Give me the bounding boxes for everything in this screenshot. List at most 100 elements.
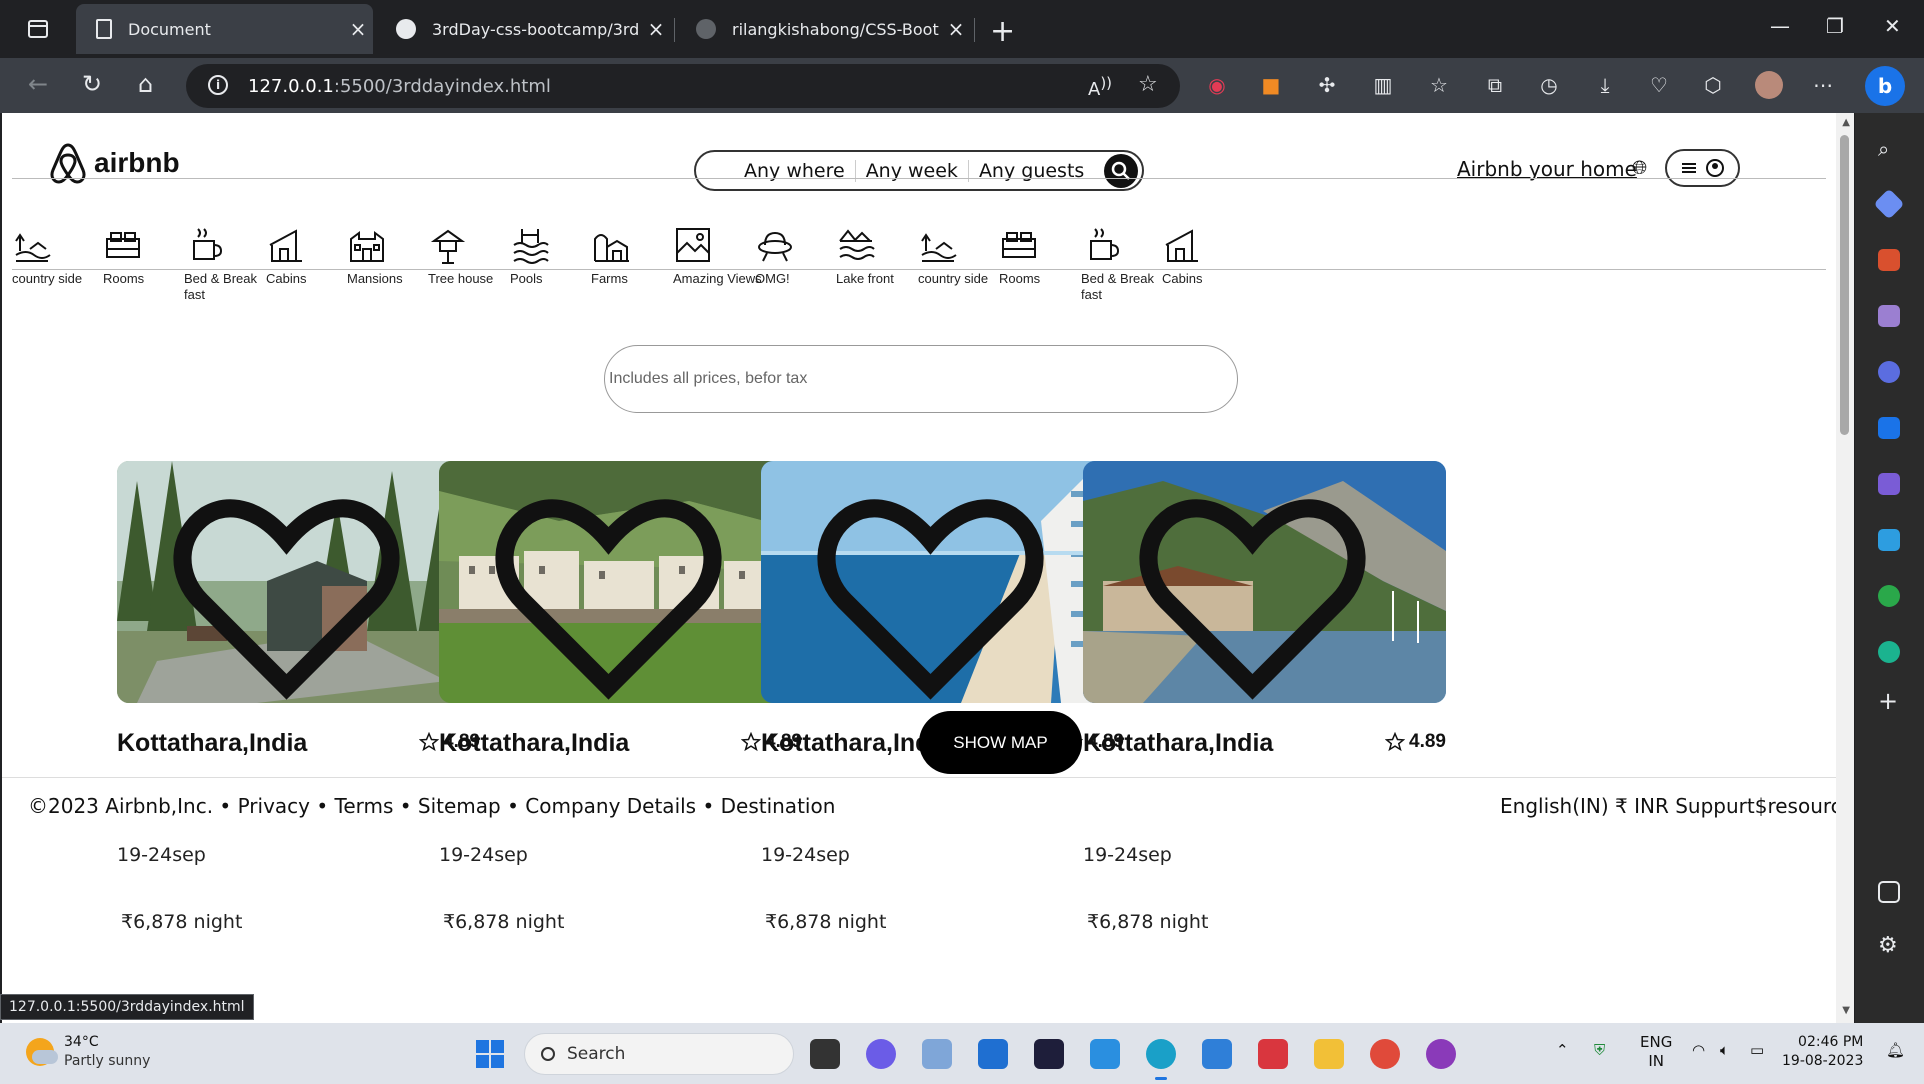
listing-card[interactable]: Kottathara,India4.89126 kilometers away1… [1083, 461, 1446, 933]
shopping-tag-icon[interactable] [1873, 188, 1905, 220]
tree-icon[interactable] [1878, 585, 1900, 607]
clock[interactable]: 02:46 PM 19-08-2023 [1782, 1033, 1863, 1071]
weather-widget[interactable]: 34°C Partly sunny [26, 1033, 150, 1071]
close-window-icon[interactable]: ✕ [1884, 14, 1901, 38]
close-tab-icon[interactable]: × [343, 17, 373, 41]
profile-avatar[interactable] [1755, 71, 1783, 99]
minimize-icon[interactable]: — [1770, 14, 1790, 38]
send-icon[interactable] [1878, 529, 1900, 551]
extensions-puzzle-icon[interactable]: ✣ [1316, 74, 1338, 96]
listing-photo[interactable] [1083, 461, 1446, 703]
battery-icon[interactable]: ▭ [1750, 1041, 1764, 1059]
scrollbar-thumb[interactable] [1840, 135, 1849, 435]
show-hidden-icons[interactable]: ⌃ [1556, 1041, 1569, 1059]
extension-orange-icon[interactable]: ■ [1260, 74, 1282, 96]
settings-gear-icon[interactable]: ⚙ [1878, 933, 1900, 958]
category-bed-breakfast[interactable]: Bed & Break fast [184, 225, 274, 303]
edge-browser-icon[interactable] [1146, 1039, 1176, 1080]
volume-icon[interactable]: 🔈︎ [1720, 1041, 1729, 1059]
footer-locale[interactable]: English(IN) ₹ INR Suppurt$resources [1500, 794, 1836, 818]
security-shield-icon[interactable]: ⛨ [1594, 1041, 1605, 1059]
back-icon[interactable]: ← [28, 70, 48, 98]
intellij-icon[interactable] [1034, 1039, 1064, 1069]
address-bar[interactable]: i 127.0.0.1:5500/3rddayindex.html A)) ☆ [186, 64, 1180, 108]
hide-sidebar-icon[interactable] [1878, 881, 1900, 903]
history-icon[interactable]: ◷ [1538, 74, 1560, 96]
restore-icon[interactable]: ❐ [1826, 14, 1844, 38]
heart-icon[interactable] [761, 475, 1112, 703]
url-text[interactable]: 127.0.0.1:5500/3rddayindex.html [248, 76, 551, 97]
category-rooms[interactable]: Rooms [999, 225, 1089, 287]
bing-copilot-icon[interactable]: b [1865, 66, 1905, 106]
news-icon[interactable] [1258, 1039, 1288, 1069]
home-icon[interactable]: ⌂ [138, 70, 153, 98]
heart-icon[interactable] [439, 475, 790, 703]
wifi-icon[interactable]: ◠ [1692, 1041, 1705, 1059]
tools-icon[interactable] [1878, 249, 1900, 271]
windows-start-icon[interactable] [476, 1040, 504, 1068]
downloads-icon[interactable]: ⤓ [1594, 74, 1616, 96]
notifications-icon[interactable]: 🔔︎ [1886, 1041, 1905, 1059]
new-tab-icon[interactable]: + [990, 14, 1015, 49]
listing-card[interactable]: Kottathara,India4.89126 kilometers away1… [117, 461, 480, 933]
category-farms[interactable]: Farms [591, 225, 681, 287]
favorite-star-icon[interactable]: ☆ [1138, 72, 1158, 97]
mail-icon[interactable] [1202, 1039, 1232, 1069]
outlook-icon[interactable] [1878, 417, 1900, 439]
category-tree-house[interactable]: Tree house [428, 225, 518, 287]
scroll-up-icon[interactable]: ▲ [1842, 117, 1850, 128]
extension-record-icon[interactable]: ◉ [1206, 74, 1228, 96]
games-icon[interactable] [1878, 305, 1900, 327]
more-options-icon[interactable]: ⋯ [1812, 74, 1834, 96]
price-tax-input[interactable] [604, 345, 1238, 413]
close-tab-icon[interactable]: × [641, 17, 671, 41]
listing-card[interactable]: Kottathara,India4.89126 kilometers away1… [761, 461, 1124, 933]
category-bed-breakfast[interactable]: Bed & Break fast [1081, 225, 1171, 303]
category-pools[interactable]: Pools [510, 225, 600, 287]
chatgpt-icon[interactable] [1878, 641, 1900, 663]
microsoft-365-icon[interactable] [1878, 361, 1900, 383]
user-menu-button[interactable] [1665, 149, 1740, 187]
category-cabins[interactable]: Cabins [266, 225, 356, 287]
category-omg[interactable]: OMG! [755, 225, 845, 287]
listing-photo[interactable] [439, 461, 802, 703]
category-cabins[interactable]: Cabins [1162, 225, 1252, 287]
category-mansions[interactable]: Mansions [347, 225, 437, 287]
refresh-icon[interactable]: ↻ [82, 70, 102, 98]
heart-icon[interactable] [1083, 475, 1434, 703]
add-icon[interactable]: + [1878, 687, 1900, 715]
heart-icon[interactable] [117, 475, 468, 703]
globe-icon[interactable]: 🌐︎ [1632, 157, 1647, 179]
listing-photo[interactable] [761, 461, 1124, 703]
tab-actions-icon[interactable] [28, 20, 48, 38]
split-screen-icon[interactable]: ▥ [1372, 74, 1394, 96]
search-button[interactable] [1104, 153, 1139, 188]
performance-icon[interactable]: ♡ [1648, 74, 1670, 96]
teams-chat-icon[interactable] [866, 1039, 896, 1069]
tab-document[interactable]: Document × [76, 4, 373, 54]
category-amazing-views[interactable]: Amazing Views [673, 225, 763, 287]
scroll-down-icon[interactable]: ▼ [1842, 1005, 1850, 1016]
browser-essentials-icon[interactable]: ⬡ [1702, 74, 1724, 96]
scrollbar[interactable]: ▲ ▼ [1836, 113, 1854, 1023]
chrome-icon[interactable] [1370, 1039, 1400, 1069]
category-countryside[interactable]: country side [918, 225, 1008, 287]
tab-github-bootcamp[interactable]: 3rdDay-css-bootcamp/3rd × [376, 4, 671, 54]
category-lake-front[interactable]: Lake front [836, 225, 926, 287]
file-explorer-icon[interactable] [1314, 1039, 1344, 1069]
favorites-icon[interactable]: ☆ [1428, 74, 1450, 96]
footer-links[interactable]: ©2023 Airbnb,Inc. • Privacy • Terms • Si… [28, 794, 835, 818]
designer-icon[interactable] [1878, 473, 1900, 495]
tab-github-css-boot[interactable]: rilangkishabong/CSS-Boot × [676, 4, 971, 54]
category-countryside[interactable]: country side [12, 225, 102, 287]
vscode-icon[interactable] [1090, 1039, 1120, 1069]
search-icon[interactable]: ⌕ [1878, 137, 1900, 161]
github-desktop-icon[interactable] [1426, 1039, 1456, 1069]
language-indicator[interactable]: ENG IN [1640, 1033, 1672, 1071]
listing-card[interactable]: Kottathara,India4.89126 kilometers away1… [439, 461, 802, 933]
task-view-icon[interactable] [810, 1039, 840, 1069]
stocks-icon[interactable] [922, 1039, 952, 1069]
listing-photo[interactable] [117, 461, 480, 703]
category-rooms[interactable]: Rooms [103, 225, 193, 287]
taskbar-search[interactable]: Search [524, 1033, 794, 1075]
